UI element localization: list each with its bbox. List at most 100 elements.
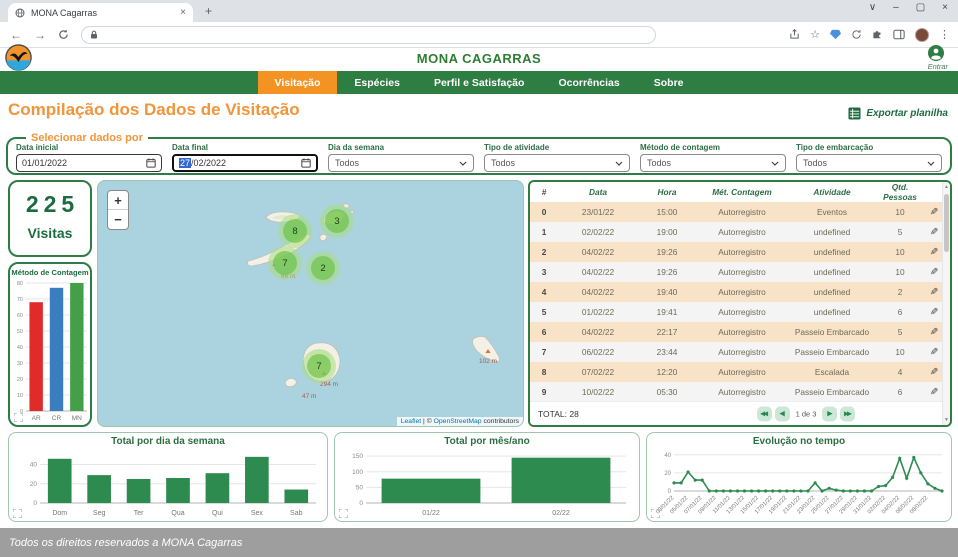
edit-icon[interactable]: ✎ bbox=[930, 227, 938, 238]
cell-data: 02/02/22 bbox=[558, 227, 638, 237]
window-minimize-icon[interactable]: – bbox=[893, 2, 899, 13]
map-cluster-marker[interactable]: 7 bbox=[273, 251, 297, 275]
svg-text:20: 20 bbox=[30, 481, 38, 488]
cell-qtd-pessoas: 5 bbox=[876, 227, 924, 237]
site-header: MONA CAGARRAS Entrar bbox=[0, 48, 958, 71]
tipo-de-embarcacao-select[interactable]: Todos bbox=[796, 154, 942, 172]
timeline-chart: 0204003/01/2205/01/2207/01/2209/01/2211/… bbox=[650, 448, 950, 521]
leaflet-map[interactable]: + − 8372766 m294 m47 m102 m Leaflet | © … bbox=[97, 180, 524, 427]
svg-text:0: 0 bbox=[359, 500, 363, 507]
edit-icon[interactable]: ✎ bbox=[930, 367, 938, 378]
extensions-puzzle-icon[interactable] bbox=[872, 29, 883, 40]
extension-shield-icon[interactable] bbox=[830, 29, 841, 40]
edit-icon[interactable]: ✎ bbox=[930, 247, 938, 258]
browser-menu-icon[interactable]: ⋮ bbox=[939, 28, 950, 41]
edit-icon[interactable]: ✎ bbox=[930, 347, 938, 358]
svg-text:Qui: Qui bbox=[212, 510, 223, 517]
tab-close-icon[interactable]: × bbox=[180, 7, 186, 18]
cell-qtd-pessoas: 10 bbox=[876, 247, 924, 257]
scroll-up-icon[interactable]: ▲ bbox=[943, 184, 950, 190]
expand-icon[interactable] bbox=[13, 509, 22, 518]
login-label[interactable]: Entrar bbox=[928, 62, 948, 71]
new-tab-button[interactable]: + bbox=[205, 4, 212, 18]
svg-text:50: 50 bbox=[356, 484, 364, 491]
edit-icon[interactable]: ✎ bbox=[930, 267, 938, 278]
page-next-button[interactable]: ▶ bbox=[822, 406, 837, 421]
cell-data: 06/02/22 bbox=[558, 347, 638, 357]
cell-data: 04/02/22 bbox=[558, 247, 638, 257]
cell-: 2 bbox=[530, 247, 558, 257]
nav-item-perfil-e-satisfacao[interactable]: Perfil e Satisfação bbox=[417, 71, 541, 94]
tipo-de-atividade-label: Tipo de atividade bbox=[484, 143, 630, 152]
back-icon[interactable]: ← bbox=[10, 28, 22, 42]
bookmark-star-icon[interactable]: ☆ bbox=[810, 28, 820, 41]
sidebar-icon[interactable] bbox=[893, 29, 905, 40]
cell-: 1 bbox=[530, 227, 558, 237]
cell-hora: 12:20 bbox=[638, 367, 696, 377]
nav-item-ocorrencias[interactable]: Ocorrências bbox=[541, 71, 636, 94]
edit-icon[interactable]: ✎ bbox=[930, 287, 938, 298]
address-bar[interactable] bbox=[81, 26, 656, 44]
table-scrollbar[interactable]: ▲ ▼ bbox=[942, 182, 950, 425]
page-prev-button[interactable]: ◀ bbox=[775, 406, 790, 421]
cell-: 8 bbox=[530, 367, 558, 377]
data-inicial-label: Data inicial bbox=[16, 143, 162, 152]
login-control[interactable]: Entrar bbox=[928, 45, 948, 71]
expand-icon[interactable] bbox=[14, 413, 23, 422]
chevron-down-icon bbox=[615, 161, 623, 166]
osm-link[interactable]: OpenStreetMap bbox=[434, 418, 482, 425]
leaflet-link[interactable]: Leaflet bbox=[401, 418, 421, 425]
map-zoom-out-button[interactable]: − bbox=[108, 210, 128, 229]
share-icon[interactable] bbox=[789, 29, 800, 40]
chevron-down-icon bbox=[459, 161, 467, 166]
page-first-button[interactable]: ◀◀ bbox=[757, 406, 772, 421]
cell-atividade: undefined bbox=[788, 247, 876, 257]
edit-icon[interactable]: ✎ bbox=[930, 387, 938, 398]
pagination: ◀◀ ◀ 1 de 3 ▶ ▶▶ bbox=[757, 406, 856, 421]
map-cluster-marker[interactable]: 2 bbox=[311, 256, 335, 280]
cell-hora: 19:26 bbox=[638, 267, 696, 277]
reload-icon[interactable] bbox=[58, 29, 69, 40]
site-title: MONA CAGARRAS bbox=[0, 51, 958, 66]
nav-item-especies[interactable]: Espécies bbox=[337, 71, 417, 94]
map-zoom-in-button[interactable]: + bbox=[108, 191, 128, 210]
page-last-button[interactable]: ▶▶ bbox=[840, 406, 855, 421]
data-final-input[interactable]: 27/02/2022 bbox=[172, 154, 318, 172]
map-cluster-marker[interactable]: 8 bbox=[283, 219, 307, 243]
window-restore-icon[interactable]: ▢ bbox=[916, 2, 925, 13]
cell-met-contagem: Autorregistro bbox=[696, 207, 788, 217]
map-cluster-marker[interactable]: 7 bbox=[307, 354, 331, 378]
nav-item-sobre[interactable]: Sobre bbox=[637, 71, 701, 94]
edit-icon[interactable]: ✎ bbox=[930, 307, 938, 318]
scroll-down-icon[interactable]: ▼ bbox=[943, 417, 950, 423]
metodo-de-contagem-select[interactable]: Todos bbox=[640, 154, 786, 172]
browser-tab[interactable]: MONA Cagarras × bbox=[8, 3, 193, 22]
data-inicial-input[interactable]: 01/01/2022 bbox=[16, 154, 162, 172]
refresh-circle-icon[interactable] bbox=[851, 29, 862, 40]
expand-icon[interactable] bbox=[651, 509, 660, 518]
scrollbar-thumb[interactable] bbox=[944, 194, 949, 252]
window-chevron-icon[interactable]: ∨ bbox=[869, 2, 876, 13]
map-cluster-marker[interactable]: 3 bbox=[325, 209, 349, 233]
cell-: 4 bbox=[530, 287, 558, 297]
table-row: 304/02/2219:26Autorregistroundefined10✎ bbox=[530, 262, 950, 282]
expand-icon[interactable] bbox=[339, 509, 348, 518]
edit-icon[interactable]: ✎ bbox=[930, 327, 938, 338]
cell-qtd-pessoas: 10 bbox=[876, 267, 924, 277]
cell-data: 04/02/22 bbox=[558, 327, 638, 337]
tab-title: MONA Cagarras bbox=[31, 8, 97, 18]
window-close-icon[interactable]: × bbox=[942, 2, 948, 13]
dia-da-semana-select[interactable]: Todos bbox=[328, 154, 474, 172]
export-spreadsheet-button[interactable]: Exportar planilha bbox=[848, 107, 948, 120]
site-favicon-icon bbox=[15, 8, 25, 18]
svg-text:80: 80 bbox=[17, 281, 23, 287]
cell-met-contagem: Autorregistro bbox=[696, 267, 788, 277]
tipo-de-atividade-select[interactable]: Todos bbox=[484, 154, 630, 172]
nav-item-visitacao[interactable]: Visitação bbox=[258, 71, 338, 94]
edit-icon[interactable]: ✎ bbox=[930, 207, 938, 218]
user-icon[interactable] bbox=[928, 45, 944, 61]
cell-hora: 15:00 bbox=[638, 207, 696, 217]
cell-qtd-pessoas: 6 bbox=[876, 387, 924, 397]
profile-avatar[interactable] bbox=[915, 28, 929, 42]
forward-icon[interactable]: → bbox=[34, 28, 46, 42]
